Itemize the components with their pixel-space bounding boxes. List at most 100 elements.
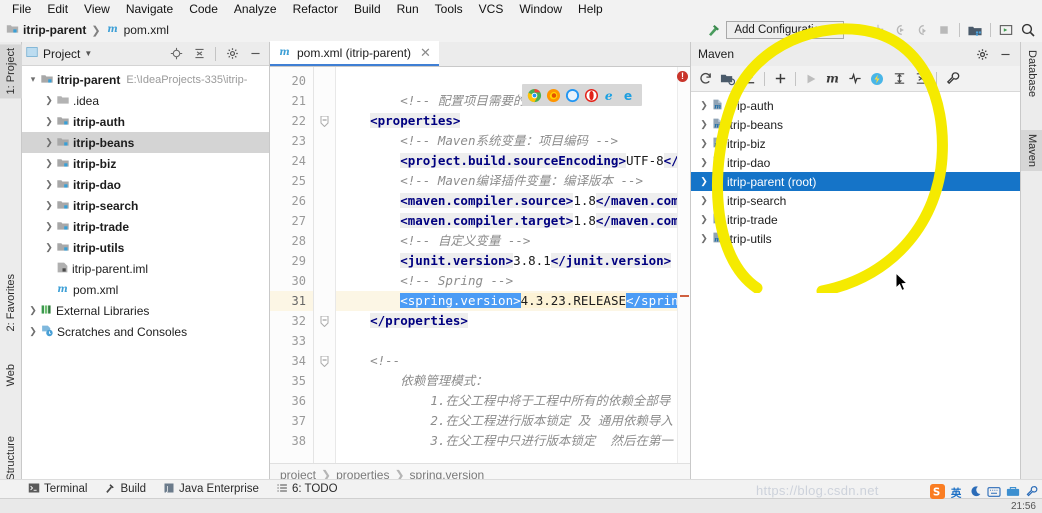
execute-goal-icon[interactable]: [801, 69, 821, 89]
chevron-right-icon[interactable]: ❯: [697, 100, 711, 111]
chevron-right-icon[interactable]: ❯: [697, 157, 711, 168]
tool-window-tab-project[interactable]: 1: Project: [0, 44, 22, 99]
fold-marker-icon[interactable]: [314, 111, 335, 131]
maven-tree-row[interactable]: ❯ m itrip-utils: [691, 229, 1020, 248]
search-everywhere-icon[interactable]: [1018, 20, 1038, 40]
chevron-down-icon[interactable]: ▼: [84, 49, 92, 58]
menu-item-analyze[interactable]: Analyze: [226, 1, 285, 17]
maven-tree-row[interactable]: ❯ m itrip-trade: [691, 210, 1020, 229]
edge-icon[interactable]: e: [622, 88, 637, 103]
editor-marker-rail[interactable]: !: [677, 67, 690, 463]
menu-item-run[interactable]: Run: [389, 1, 427, 17]
chevron-right-icon[interactable]: ❯: [42, 116, 56, 127]
menu-item-navigate[interactable]: Navigate: [118, 1, 181, 17]
locate-icon[interactable]: [166, 44, 186, 64]
status-bar-item-javaenterprise[interactable]: J Java Enterprise: [163, 482, 259, 497]
chevron-down-icon[interactable]: ▾: [26, 74, 40, 85]
project-tree-row[interactable]: ❯ Scratches and Consoles: [22, 321, 269, 342]
project-tree-row[interactable]: ❯ itrip-utils: [22, 237, 269, 258]
breadcrumb-item-project[interactable]: itrip-parent: [6, 22, 86, 38]
chevron-right-icon[interactable]: ❯: [42, 95, 56, 106]
code-content[interactable]: <!-- 配置项目需要的变量信息的 --> <properties> <!-- …: [336, 67, 677, 463]
code-line[interactable]: 依赖管理模式：: [336, 371, 677, 391]
project-tree-row[interactable]: ❯ itrip-dao: [22, 174, 269, 195]
tool-window-tab-database[interactable]: Database: [1021, 46, 1042, 101]
menu-item-code[interactable]: Code: [181, 1, 226, 17]
project-tree-row[interactable]: ❯ itrip-trade: [22, 216, 269, 237]
wrench-icon[interactable]: [1025, 485, 1038, 501]
maven-tree-row[interactable]: ❯ m itrip-biz: [691, 134, 1020, 153]
project-tree-row[interactable]: ❯ External Libraries: [22, 300, 269, 321]
minimize-icon[interactable]: [995, 44, 1015, 64]
project-tree-row[interactable]: ❯ itrip-biz: [22, 153, 269, 174]
code-line[interactable]: <!--: [336, 351, 677, 371]
code-line[interactable]: </properties>: [336, 311, 677, 331]
keyboard-icon[interactable]: [987, 486, 1001, 501]
debug-icon[interactable]: [868, 20, 888, 40]
close-icon[interactable]: ✕: [420, 45, 431, 61]
breadcrumb-item-file[interactable]: m pom.xml: [106, 22, 169, 38]
code-editor[interactable]: 20 21 22 23 24 25 26 27 28 29 30 31 32 33 34 35 36 37 38 <…: [270, 67, 690, 463]
generate-sources-icon[interactable]: [717, 69, 737, 89]
reimport-icon[interactable]: [695, 69, 715, 89]
project-tree-row[interactable]: ❯ itrip-auth: [22, 111, 269, 132]
code-line[interactable]: 2.在父工程进行版本锁定 及 通用依赖导入: [336, 411, 677, 431]
code-line[interactable]: <!-- Maven编译插件变量：编译版本 -->: [336, 171, 677, 191]
code-line[interactable]: <!-- Spring -->: [336, 271, 677, 291]
fold-marker-icon[interactable]: [314, 351, 335, 371]
wrench-icon[interactable]: [942, 69, 962, 89]
code-line[interactable]: <maven.compiler.source>1.8</maven.comp: [336, 191, 677, 211]
run-coverage-icon[interactable]: [890, 20, 910, 40]
code-line[interactable]: [336, 331, 677, 351]
editor-tab-pom[interactable]: m pom.xml (itrip-parent) ✕: [270, 41, 439, 66]
project-tree-row[interactable]: ❯ itrip-beans: [22, 132, 269, 153]
code-line[interactable]: <!-- 自定义变量 -->: [336, 231, 677, 251]
sogou-icon[interactable]: S: [930, 484, 945, 502]
code-line[interactable]: <properties>: [336, 111, 677, 131]
chevron-right-icon[interactable]: ❯: [42, 137, 56, 148]
code-line[interactable]: 1.在父工程中将于工程中所有的依赖全部导: [336, 391, 677, 411]
hammer-icon[interactable]: [704, 20, 724, 40]
tool-window-tab-maven[interactable]: Maven: [1021, 130, 1042, 172]
project-tree-row[interactable]: ❯ itrip-search: [22, 195, 269, 216]
project-tree[interactable]: ▾ itrip-parent E:\IdeaProjects-335\itrip- ❯…: [22, 66, 269, 485]
project-tree-row[interactable]: itrip-parent.iml: [22, 258, 269, 279]
chevron-right-icon[interactable]: ❯: [697, 176, 711, 187]
add-maven-project-icon[interactable]: [770, 69, 790, 89]
chevron-right-icon[interactable]: ❯: [697, 138, 711, 149]
chrome-icon[interactable]: [527, 88, 542, 103]
menu-item-build[interactable]: Build: [346, 1, 389, 17]
code-line[interactable]: <maven.compiler.target>1.8</maven.comp: [336, 211, 677, 231]
moon-icon[interactable]: [969, 485, 982, 501]
tool-window-tab-web[interactable]: Web: [0, 360, 22, 390]
chevron-right-icon[interactable]: ❯: [697, 233, 711, 244]
maven-tree-row[interactable]: ❯ m itrip-parent (root): [691, 172, 1020, 191]
chevron-right-icon[interactable]: ❯: [697, 195, 711, 206]
fold-marker-icon[interactable]: [314, 311, 335, 331]
chevron-right-icon[interactable]: ❯: [26, 326, 40, 337]
lang-cn-icon[interactable]: 英: [950, 485, 964, 502]
chevron-right-icon[interactable]: ❯: [42, 221, 56, 232]
menu-item-edit[interactable]: Edit: [39, 1, 76, 17]
chevron-right-icon[interactable]: ❯: [42, 242, 56, 253]
menu-item-view[interactable]: View: [76, 1, 118, 17]
profile-icon[interactable]: [912, 20, 932, 40]
project-tree-row[interactable]: ▾ itrip-parent E:\IdeaProjects-335\itrip-: [22, 69, 269, 90]
maven-tree-row[interactable]: ❯ m itrip-beans: [691, 115, 1020, 134]
firefox-icon[interactable]: [546, 88, 561, 103]
gear-icon[interactable]: [222, 44, 242, 64]
maven-tree-row[interactable]: ❯ m itrip-search: [691, 191, 1020, 210]
menu-item-file[interactable]: File: [4, 1, 39, 17]
status-bar-item-terminal[interactable]: Terminal: [28, 482, 87, 497]
internet-explorer-icon[interactable]: e: [603, 88, 618, 103]
status-bar-item-todo[interactable]: 6: TODO: [276, 482, 338, 497]
layout-icon[interactable]: [996, 20, 1016, 40]
code-line[interactable]: <!-- Maven系统变量：项目编码 -->: [336, 131, 677, 151]
gear-icon[interactable]: [972, 44, 992, 64]
collapse-all-icon[interactable]: [189, 44, 209, 64]
chevron-right-icon[interactable]: ❯: [697, 214, 711, 225]
offline-mode-icon[interactable]: [867, 69, 887, 89]
maven-tree-row[interactable]: ❯ m itrip-dao: [691, 153, 1020, 172]
code-line[interactable]: 3.在父工程中只进行版本锁定 然后在第一: [336, 431, 677, 451]
expand-all-icon[interactable]: [889, 69, 909, 89]
